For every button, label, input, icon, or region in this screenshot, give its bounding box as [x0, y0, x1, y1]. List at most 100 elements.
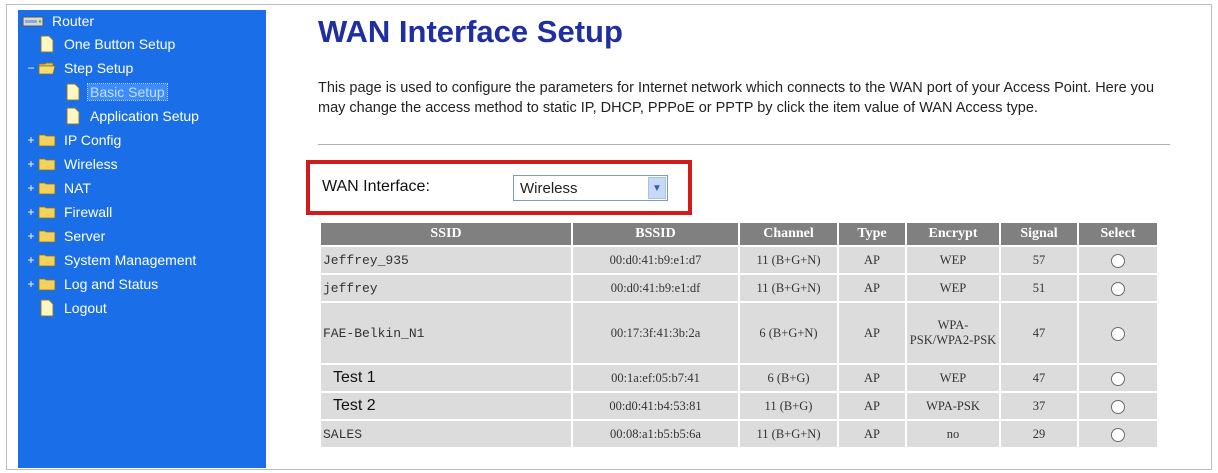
column-header-type: Type — [839, 223, 905, 245]
cell-channel: 11 (B+G+N) — [740, 275, 837, 301]
sidebar-item-label: Application Setup — [90, 108, 199, 124]
expand-icon[interactable]: + — [26, 205, 36, 219]
chevron-down-icon[interactable]: ▼ — [648, 177, 666, 199]
sidebar-item-nat[interactable]: + NAT — [26, 177, 93, 199]
sidebar-item-label: System Management — [64, 252, 197, 268]
sidebar-item-ip-config[interactable]: + IP Config — [26, 129, 123, 151]
column-header-channel: Channel — [740, 223, 837, 245]
sidebar-item-label: Firewall — [64, 204, 113, 220]
cell-signal: 29 — [1001, 421, 1077, 447]
sidebar-item-label: IP Config — [64, 132, 122, 148]
cell-type: AP — [839, 393, 905, 419]
cell-type: AP — [839, 421, 905, 447]
sidebar-item-application-setup[interactable]: Application Setup — [66, 105, 201, 127]
cell-signal: 57 — [1001, 247, 1077, 273]
expand-icon[interactable]: + — [26, 181, 36, 195]
expand-icon[interactable]: + — [26, 133, 36, 147]
folder-icon — [38, 206, 56, 219]
cell-channel: 6 (B+G+N) — [740, 303, 837, 363]
table-row: SALES 00:08:a1:b5:b5:6a 11 (B+G+N) AP no… — [321, 421, 1157, 447]
cell-ssid: Test 1 — [321, 365, 571, 391]
cell-select — [1079, 393, 1157, 419]
page-icon — [40, 35, 54, 53]
cell-channel: 11 (B+G) — [740, 393, 837, 419]
table-row: Jeffrey_935 00:d0:41:b9:e1:d7 11 (B+G+N)… — [321, 247, 1157, 273]
table-row: jeffrey 00:d0:41:b9:e1:df 11 (B+G+N) AP … — [321, 275, 1157, 301]
sidebar-item-label: Step Setup — [64, 60, 134, 76]
expand-icon[interactable]: + — [26, 253, 36, 267]
cell-bssid: 00:d0:41:b4:53:81 — [573, 393, 738, 419]
sidebar-item-router[interactable]: Router — [22, 10, 96, 32]
select-radio[interactable] — [1111, 281, 1125, 296]
sidebar-item-basic-setup[interactable]: Basic Setup — [66, 81, 168, 103]
cell-bssid: 00:08:a1:b5:b5:6a — [573, 421, 738, 447]
folder-icon — [38, 278, 56, 291]
column-header-ssid: SSID — [321, 223, 571, 245]
page-description: This page is used to configure the param… — [318, 80, 1155, 116]
cell-bssid: 00:d0:41:b9:e1:d7 — [573, 247, 738, 273]
column-header-select: Select — [1079, 223, 1157, 245]
collapse-icon[interactable]: − — [26, 61, 36, 75]
page-title: WAN Interface Setup — [318, 14, 623, 49]
cell-type: AP — [839, 365, 905, 391]
cell-channel: 11 (B+G+N) — [740, 247, 837, 273]
cell-signal: 37 — [1001, 393, 1077, 419]
select-radio[interactable] — [1111, 399, 1125, 414]
sidebar-item-wireless[interactable]: + Wireless — [26, 153, 120, 175]
page-icon — [66, 83, 80, 101]
expand-icon[interactable]: + — [26, 157, 36, 171]
page-icon — [40, 299, 54, 317]
cell-signal: 51 — [1001, 275, 1077, 301]
sidebar-item-label: Server — [64, 228, 106, 244]
sidebar-item-firewall[interactable]: + Firewall — [26, 201, 114, 223]
cell-select — [1079, 275, 1157, 301]
select-radio[interactable] — [1111, 371, 1125, 386]
cell-bssid: 00:17:3f:41:3b:2a — [573, 303, 738, 363]
cell-type: AP — [839, 247, 905, 273]
cell-select — [1079, 365, 1157, 391]
cell-ssid: FAE-Belkin_N1 — [321, 303, 571, 363]
table-row: FAE-Belkin_N1 00:17:3f:41:3b:2a 6 (B+G+N… — [321, 303, 1157, 363]
column-header-encrypt: Encrypt — [907, 223, 999, 245]
page-icon — [66, 107, 80, 125]
cell-encrypt: WEP — [907, 247, 999, 273]
cell-signal: 47 — [1001, 303, 1077, 363]
cell-select — [1079, 421, 1157, 447]
sidebar-item-logout[interactable]: Logout — [40, 297, 109, 319]
column-header-bssid: BSSID — [573, 223, 738, 245]
table-header-row: SSID BSSID Channel Type Encrypt Signal S… — [321, 223, 1157, 245]
sidebar-item-system-management[interactable]: + System Management — [26, 249, 198, 271]
sidebar-item-server[interactable]: + Server — [26, 225, 107, 247]
expand-icon[interactable]: + — [26, 229, 36, 243]
select-radio[interactable] — [1111, 253, 1125, 268]
cell-bssid: 00:1a:ef:05:b7:41 — [573, 365, 738, 391]
wan-interface-selected-value: Wireless — [520, 179, 578, 197]
cell-encrypt: WEP — [907, 365, 999, 391]
table-row: Test 2 00:d0:41:b4:53:81 11 (B+G) AP WPA… — [321, 393, 1157, 419]
sidebar-item-log-and-status[interactable]: + Log and Status — [26, 273, 160, 295]
folder-icon — [38, 158, 56, 171]
sidebar-item-label: Log and Status — [64, 276, 159, 292]
column-header-signal: Signal — [1001, 223, 1077, 245]
cell-select — [1079, 303, 1157, 363]
sidebar-item-one-button-setup[interactable]: One Button Setup — [40, 33, 177, 55]
wan-interface-select[interactable]: Wireless ▼ — [513, 175, 668, 201]
folder-open-icon — [38, 62, 56, 75]
sidebar-item-label: Logout — [64, 300, 107, 316]
sidebar-item-label: NAT — [64, 180, 91, 196]
site-survey-table: SSID BSSID Channel Type Encrypt Signal S… — [319, 221, 1159, 449]
wan-interface-label: WAN Interface: — [322, 178, 430, 195]
select-radio[interactable] — [1111, 326, 1125, 341]
sidebar-item-label: Router — [52, 13, 95, 29]
cell-encrypt: no — [907, 421, 999, 447]
cell-encrypt: WPA-PSK — [907, 393, 999, 419]
cell-encrypt: WEP — [907, 275, 999, 301]
sidebar-nav: Router One Button Setup − Step Setup Bas… — [18, 10, 266, 468]
sidebar-item-label: One Button Setup — [64, 36, 176, 52]
select-radio[interactable] — [1111, 427, 1125, 442]
table-row: Test 1 00:1a:ef:05:b7:41 6 (B+G) AP WEP … — [321, 365, 1157, 391]
expand-icon[interactable]: + — [26, 277, 36, 291]
divider — [318, 144, 1170, 145]
cell-signal: 47 — [1001, 365, 1077, 391]
sidebar-item-step-setup[interactable]: − Step Setup — [26, 57, 135, 79]
